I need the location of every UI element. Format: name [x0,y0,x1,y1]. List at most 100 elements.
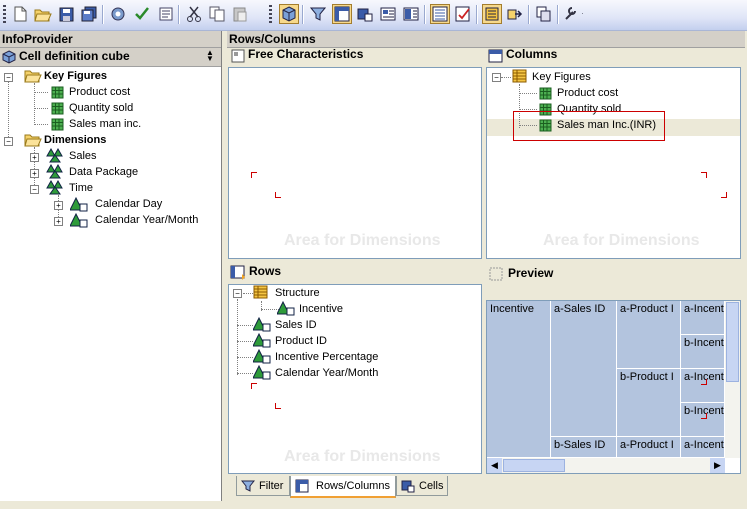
cells-icon [401,479,415,500]
dimension-icon [46,179,64,198]
characteristic-icon [69,212,88,231]
save-all-icon[interactable] [79,4,99,24]
free-characteristics-title: Free Characteristics [248,47,364,61]
columns-product-cost[interactable]: Product cost [557,85,618,101]
collapse-dimensions[interactable]: − [4,137,13,146]
toolbar [0,0,747,31]
tab-rows-columns[interactable]: Rows/Columns [290,476,396,498]
tree-time[interactable]: Time [69,180,93,196]
open-icon[interactable] [33,4,53,24]
check-mark-icon[interactable] [132,4,152,24]
paste-icon[interactable] [230,4,250,24]
folder-open-icon [24,133,42,150]
structure-icon [253,285,268,302]
jump-icon[interactable] [505,4,525,24]
rows-columns-title: Rows/Columns [227,31,745,48]
structure-icon[interactable] [430,4,450,24]
key-figure-icon [50,101,64,118]
preview-cell-inc-a2: a-Incent [681,369,725,403]
rows-columns-header: Rows/Columns [227,31,745,48]
toolbar-grip[interactable] [3,5,6,24]
collapse-columns-key-figures[interactable]: − [492,73,501,82]
structure-icon [512,69,527,86]
preview-cell-inc-b2: b-Incent [681,403,725,437]
rows-calendar-year-month[interactable]: Calendar Year/Month [275,365,378,381]
conditions-icon[interactable] [378,4,398,24]
columns-title: Columns [506,47,558,61]
preview-cell-prod-a: a-Product I [617,301,681,369]
columns-area[interactable]: − Key Figures Product cost Quantity sold… [486,67,741,259]
tree-dimensions[interactable]: Dimensions [44,132,106,148]
key-figure-icon [50,85,64,102]
preview-hscroll-thumb[interactable] [503,459,565,472]
rows-icon [230,265,246,283]
preview-cell-sales-a: a-Sales ID [551,301,617,437]
columns-placeholder: Area for Dimensions [543,232,700,249]
cube-icon [2,50,16,67]
toolbar-grip-2[interactable] [269,5,272,24]
infoprovider-panel: InfoProvider Cell definition cube ▲ ▼ − K… [0,31,222,501]
preview-cell-inc-b1: b-Incent [681,335,725,369]
tab-filter[interactable]: Filter [236,476,290,496]
rows-columns-icon[interactable] [332,4,352,24]
collapse-time[interactable]: − [30,185,39,194]
free-characteristics-area[interactable]: Area for Dimensions [228,67,482,259]
tree-data-package[interactable]: Data Package [69,164,138,180]
rows-product-id[interactable]: Product ID [275,333,327,349]
preview-cell-prod-a2: a-Product I [617,437,681,458]
new-icon[interactable] [10,4,30,24]
expand-calendar-day[interactable]: + [54,201,63,210]
scroll-right-icon[interactable]: ▶ [710,458,725,473]
expand-data-package[interactable]: + [30,169,39,178]
characteristic-icon [252,364,271,383]
tree-calendar-day[interactable]: Calendar Day [95,196,162,212]
tree-sales[interactable]: Sales [69,148,97,164]
preview-cell-incentive: Incentive [487,301,551,458]
tree-key-figures[interactable]: Key Figures [44,68,107,84]
collapse-structure[interactable]: − [233,289,242,298]
rows-incentive-percentage[interactable]: Incentive Percentage [275,349,378,365]
cells-icon[interactable] [355,4,375,24]
expand-calendar-year-month[interactable]: + [54,217,63,226]
scroll-left-icon[interactable]: ◀ [487,458,502,473]
save-icon[interactable] [56,4,76,24]
cut-icon[interactable] [184,4,204,24]
rows-incentive[interactable]: Incentive [299,301,343,317]
rows-structure[interactable]: Structure [275,285,320,301]
folder-open-icon [24,69,42,86]
variables-icon[interactable] [482,4,502,24]
preview-hscroll[interactable]: ◀ ▶ [487,458,725,473]
copy-query-icon[interactable] [534,4,554,24]
preview-vscroll[interactable] [725,301,740,458]
infoprovider-title: InfoProvider [0,31,221,48]
tree-sales-man-inc[interactable]: Sales man inc. [69,116,141,132]
copy-icon[interactable] [207,4,227,24]
free-chars-placeholder: Area for Dimensions [284,232,441,249]
free-chars-icon [231,49,245,66]
tab-cells[interactable]: Cells [396,476,448,496]
filter-icon [240,479,256,500]
cube-icon[interactable] [279,4,299,24]
exceptions-icon[interactable] [401,4,421,24]
rows-title: Rows [249,264,282,278]
columns-key-figures[interactable]: Key Figures [532,69,591,85]
preview-icon [489,267,503,284]
tree-product-cost[interactable]: Product cost [69,84,130,100]
preview-cell-inc-a3: a-Incent [681,437,725,458]
properties-icon[interactable] [156,4,176,24]
expand-sales[interactable]: + [30,153,39,162]
tree-calendar-year-month[interactable]: Calendar Year/Month [95,212,198,228]
query-properties-icon[interactable] [453,4,473,24]
preview-vscroll-thumb[interactable] [726,302,739,382]
preview-cell-inc-a1: a-Incent [681,301,725,335]
cube-selector[interactable]: Cell definition cube ▲ ▼ [0,48,221,67]
check-icon[interactable] [108,4,128,24]
tools-icon[interactable] [563,4,583,24]
filter-icon[interactable] [308,4,328,24]
tree-quantity-sold[interactable]: Quantity sold [69,100,133,116]
preview-grid[interactable]: Incentive a-Sales ID b-Sales ID a-Produc… [486,300,741,474]
rows-area[interactable]: − Structure Incentive Sales ID Product I… [228,284,482,474]
collapse-key-figures[interactable]: − [4,73,13,82]
rows-sales-id[interactable]: Sales ID [275,317,317,333]
sort-toggle-icon[interactable]: ▲ ▼ [206,49,214,63]
